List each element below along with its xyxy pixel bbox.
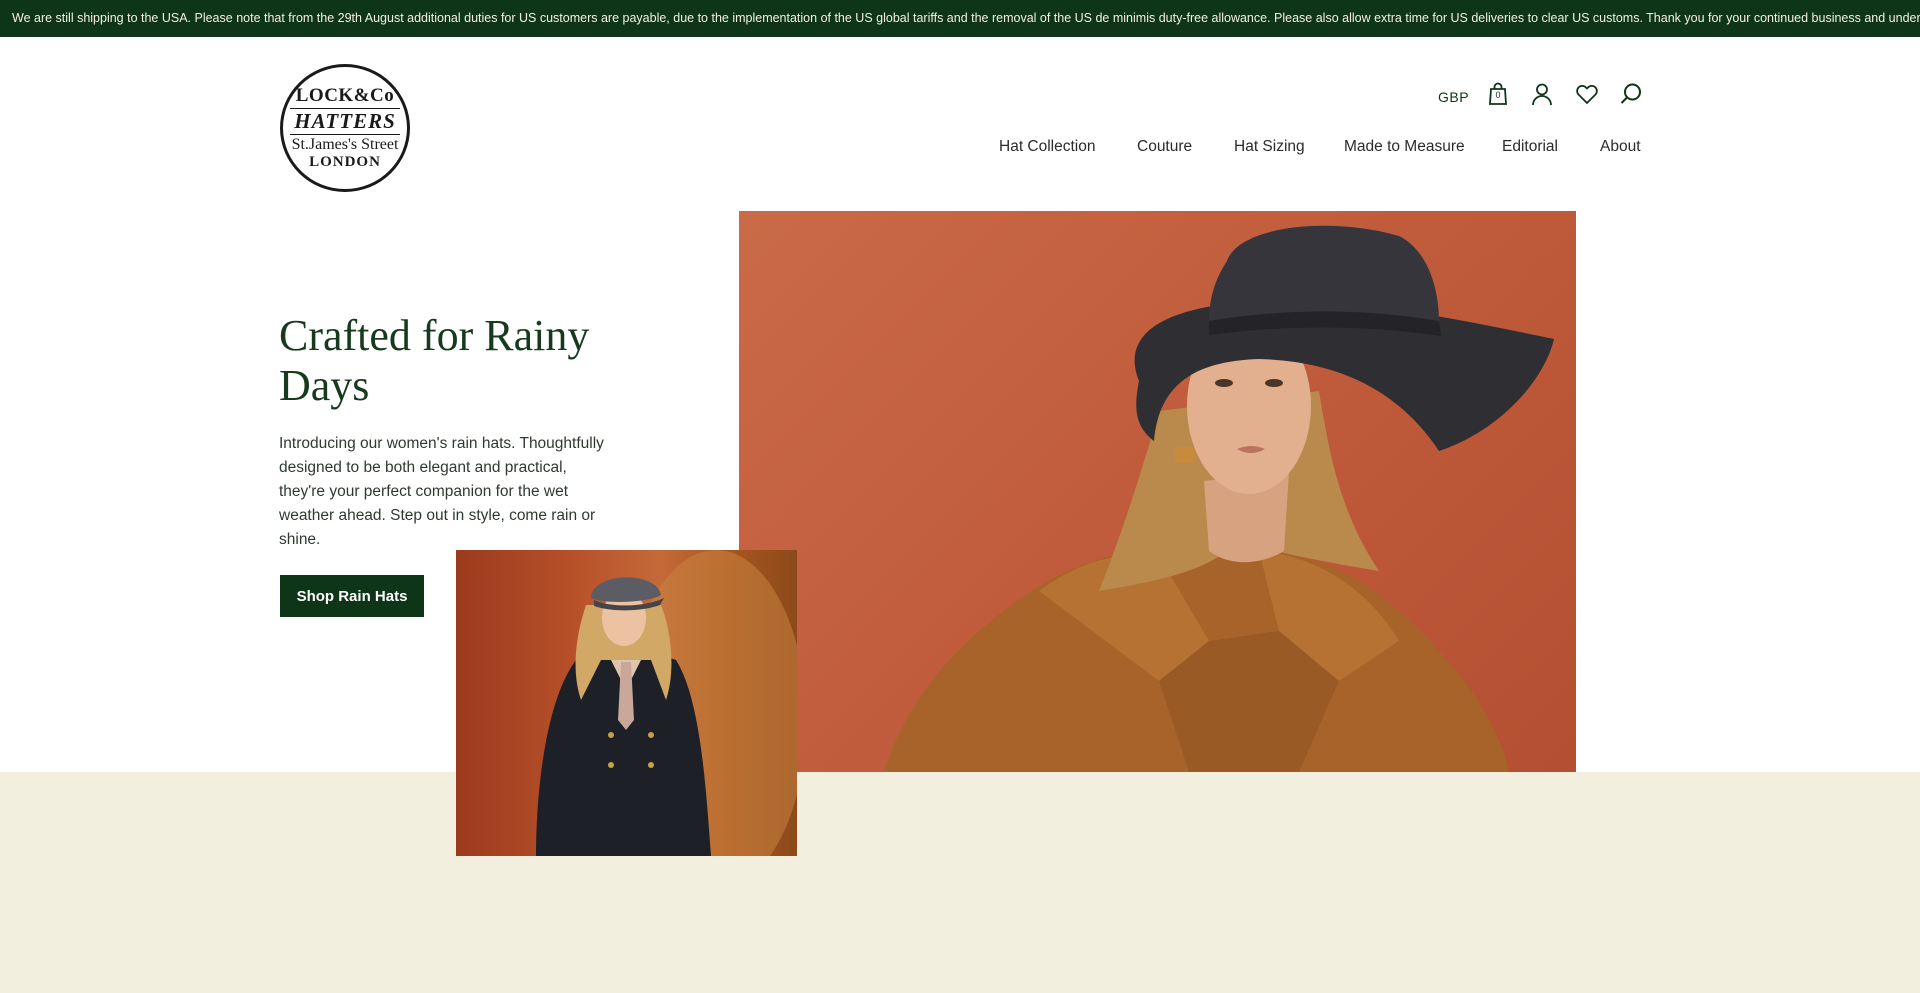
bag-icon[interactable]: 0 (1485, 81, 1511, 107)
beige-section (0, 772, 1920, 993)
account-icon[interactable] (1529, 81, 1555, 107)
nav-item-about[interactable]: About (1600, 138, 1641, 156)
logo-line-1: LOCK&Co (295, 85, 395, 106)
announcement-text: We are still shipping to the USA. Please… (12, 11, 1920, 25)
search-icon[interactable] (1618, 81, 1644, 107)
hero-title: Crafted for Rainy Days (279, 311, 590, 410)
hero-image-woman-rain-hat (739, 211, 1576, 772)
secondary-image-woman-in-cap-and-suit (456, 550, 797, 856)
logo-line-3: St.James's Street (291, 136, 399, 153)
nav-item-hat-sizing[interactable]: Hat Sizing (1234, 138, 1305, 156)
wishlist-heart-icon[interactable] (1574, 81, 1600, 107)
shop-rain-hats-button[interactable]: Shop Rain Hats (280, 575, 424, 617)
brand-logo[interactable]: LOCK&Co HATTERS St.James's Street LONDON (280, 64, 410, 192)
nav-item-made-to-measure[interactable]: Made to Measure (1344, 138, 1465, 156)
nav-item-editorial[interactable]: Editorial (1502, 138, 1558, 156)
logo-line-2: HATTERS (290, 108, 400, 135)
hero-body-text: Introducing our women's rain hats. Thoug… (279, 435, 604, 548)
nav-item-hat-collection[interactable]: Hat Collection (999, 138, 1096, 156)
bag-count: 0 (1495, 90, 1501, 100)
announcement-bar: We are still shipping to the USA. Please… (0, 0, 1920, 37)
currency-selector[interactable]: GBP (1438, 89, 1469, 105)
logo-line-4: LONDON (309, 154, 381, 170)
nav-item-couture[interactable]: Couture (1137, 138, 1192, 156)
